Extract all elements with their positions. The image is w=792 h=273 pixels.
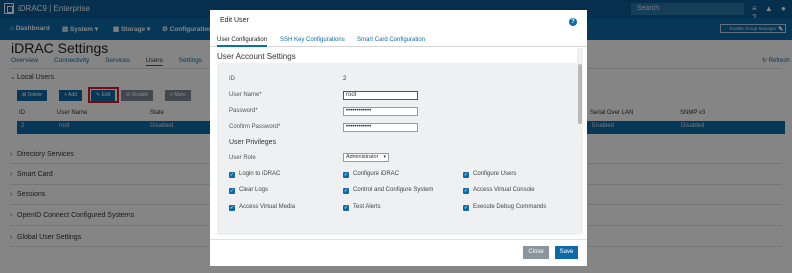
help-icon[interactable]: ?	[569, 18, 577, 26]
close-button[interactable]: Close	[523, 246, 549, 259]
confirm-password-label: Confirm Password*	[229, 124, 281, 130]
user-role-label: User Role	[229, 155, 256, 161]
checkbox-checked-icon: ✓	[229, 172, 235, 178]
id-value: 2	[343, 76, 347, 82]
tab-smart-card-configuration[interactable]: Smart Card Configuration	[357, 37, 425, 43]
confirm-password-input[interactable]: ••••••••••••	[343, 123, 418, 132]
user-privileges-heading: User Privileges	[229, 139, 277, 146]
user-account-settings-heading: User Account Settings	[217, 52, 296, 61]
checkbox-checked-icon: ✓	[229, 205, 235, 211]
checkbox-checked-icon: ✓	[463, 188, 469, 194]
user-name-input[interactable]: root	[343, 91, 418, 100]
dialog-title: Edit User	[220, 17, 249, 24]
checkbox-checked-icon: ✓	[343, 188, 349, 194]
password-input[interactable]: ••••••••••••	[343, 107, 418, 116]
dialog-footer-divider	[210, 239, 587, 240]
user-role-select[interactable]: Administrator ▾	[343, 153, 389, 162]
tab-ssh-key-configurations[interactable]: SSH Key Configurations	[280, 37, 345, 43]
checkbox-checked-icon: ✓	[229, 188, 235, 194]
checkbox-checked-icon: ✓	[343, 205, 349, 211]
chevron-down-icon: ▾	[383, 154, 386, 160]
checkbox-checked-icon: ✓	[343, 172, 349, 178]
checkbox-checked-icon: ✓	[463, 205, 469, 211]
user-name-label: User Name*	[229, 92, 262, 98]
checkbox-checked-icon: ✓	[463, 172, 469, 178]
dialog-tabs: User Configuration SSH Key Configuration…	[210, 35, 587, 47]
password-label: Password*	[229, 108, 258, 114]
edit-user-dialog: Edit User ? User Configuration SSH Key C…	[210, 10, 587, 266]
scrollbar-thumb[interactable]	[578, 64, 582, 124]
tab-user-configuration[interactable]: User Configuration	[217, 37, 268, 47]
id-label: ID	[229, 76, 235, 82]
save-button[interactable]: Save	[555, 246, 578, 259]
